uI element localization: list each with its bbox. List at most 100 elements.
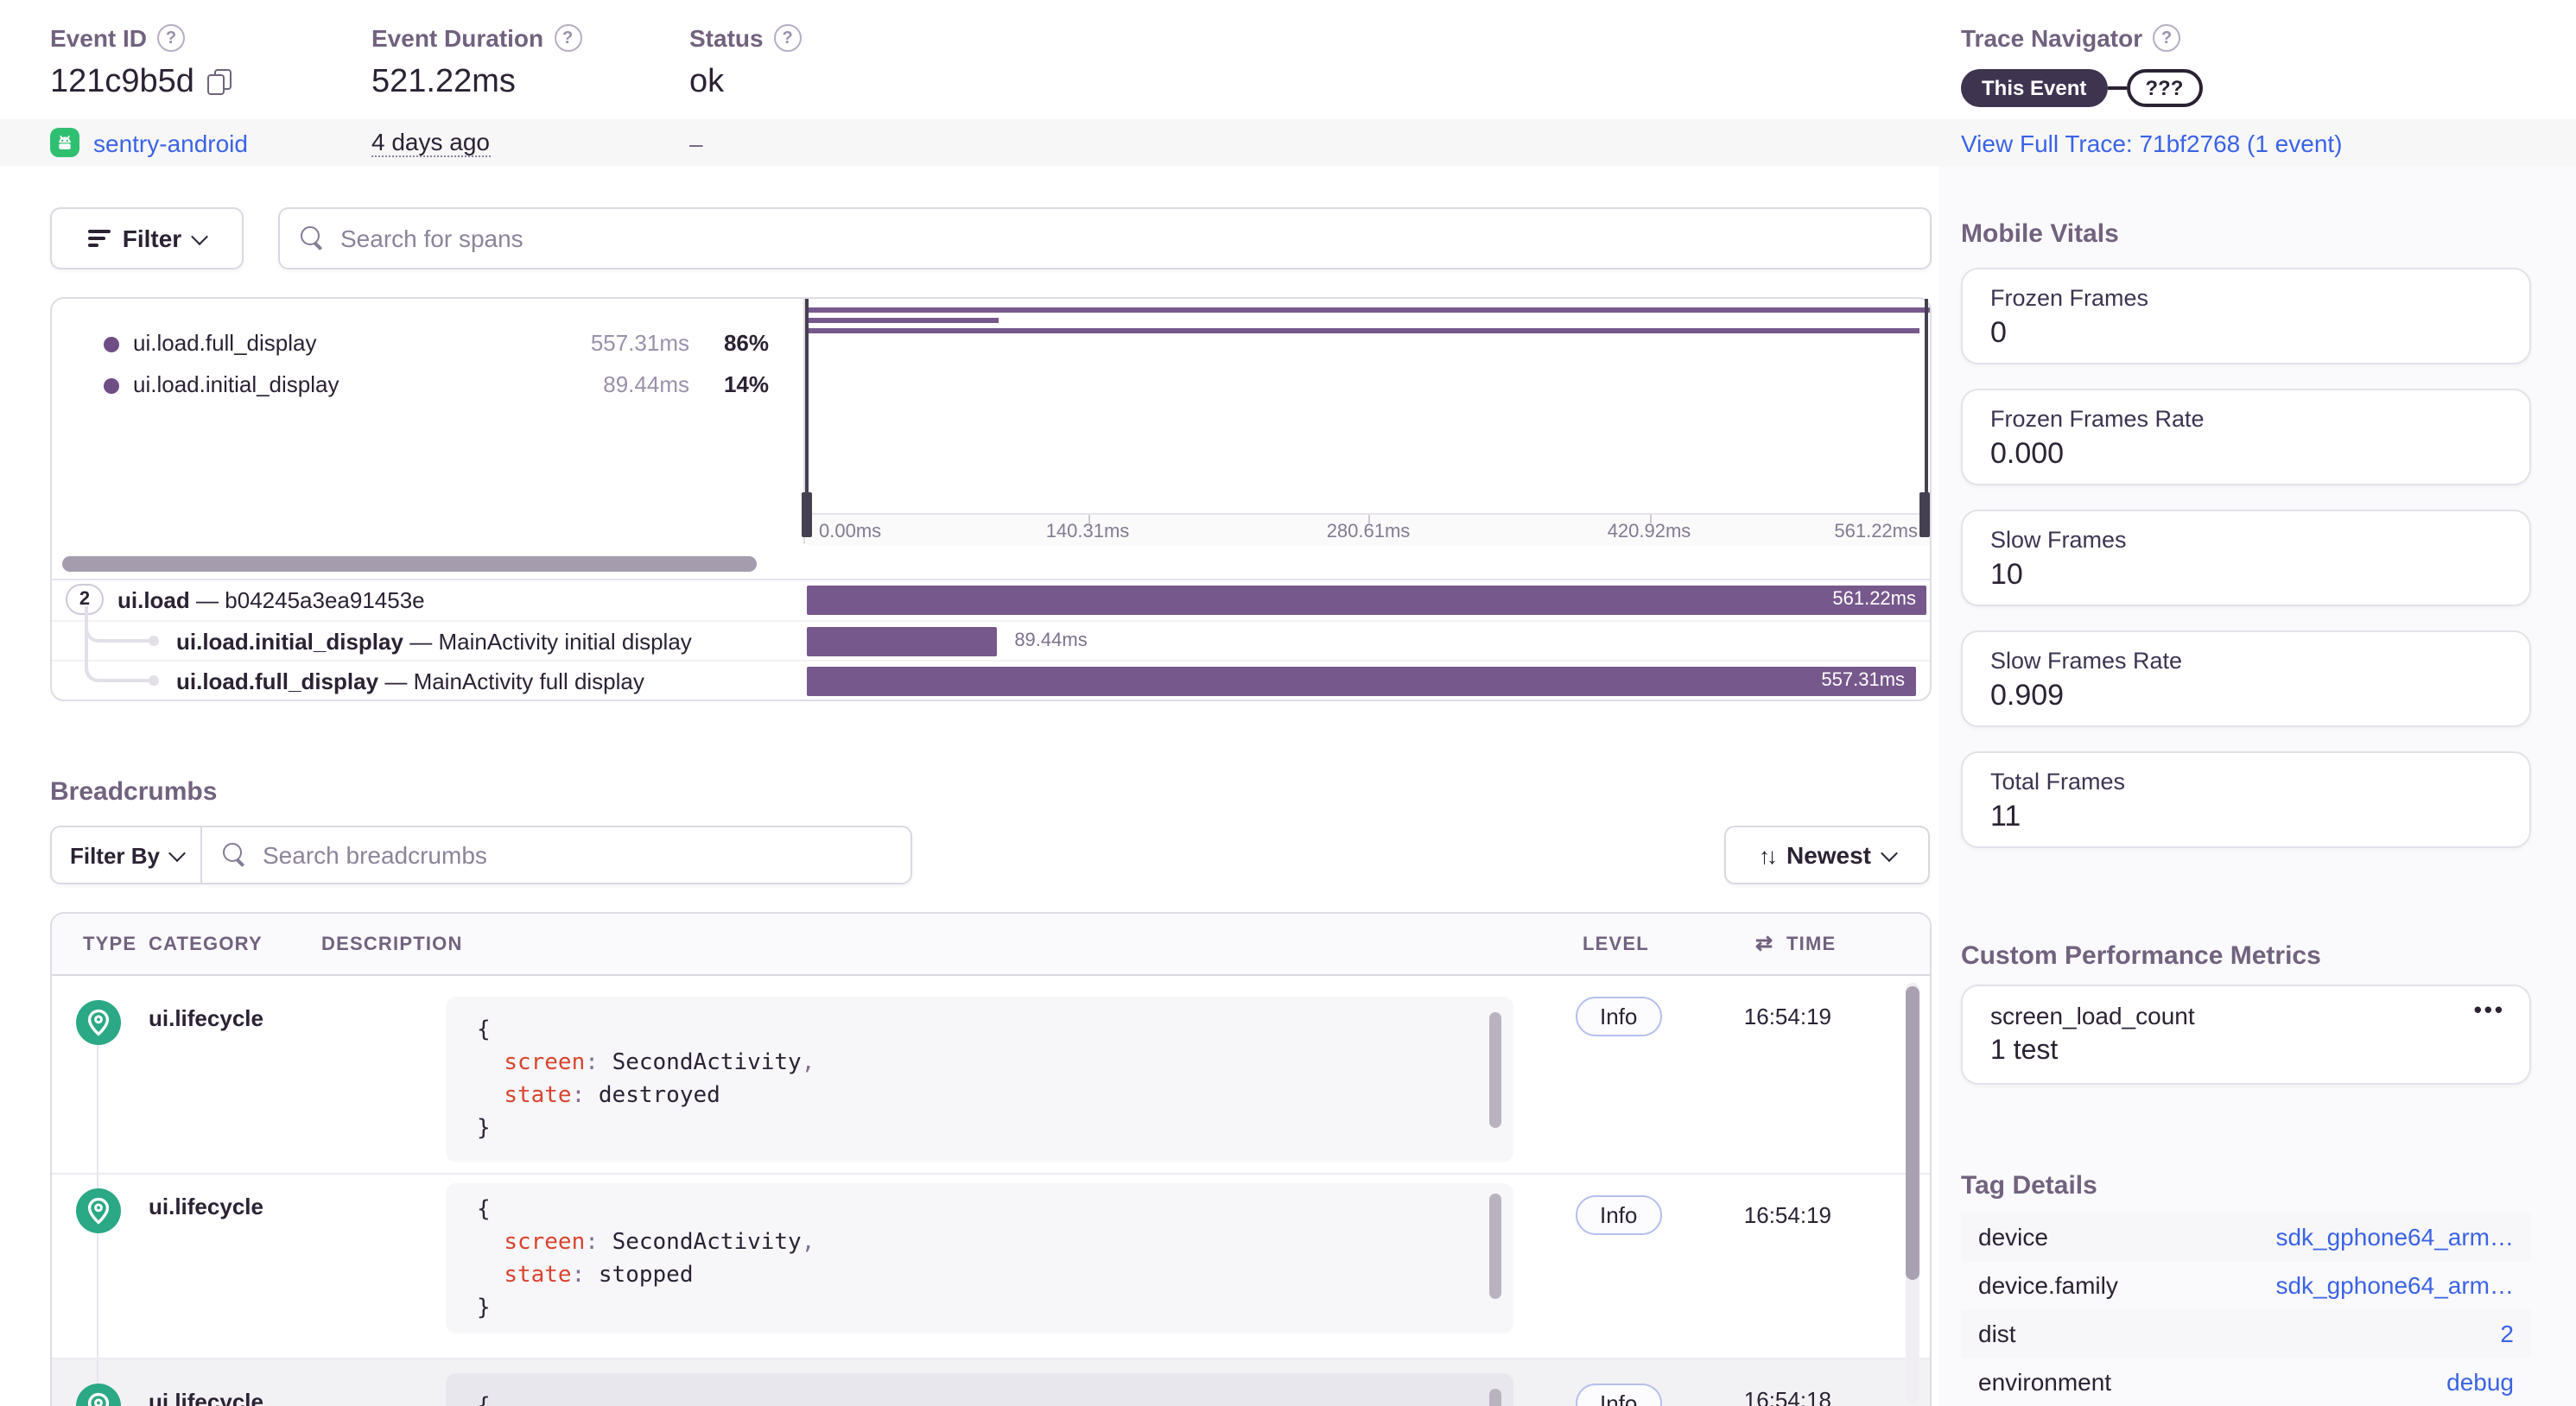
sort-label: Newest: [1786, 841, 1872, 869]
minimap-bar: [807, 307, 1930, 313]
vital-value: 0.000: [1990, 437, 2065, 470]
breadcrumb-code[interactable]: { screen: SecondActivity, state: stopped…: [446, 1183, 1513, 1333]
stat-event-id: Event ID? 121c9b5d: [50, 24, 232, 102]
code-scrollbar-thumb[interactable]: [1489, 1389, 1501, 1406]
vital-label: Slow Frames Rate: [1990, 648, 2183, 674]
span-bar[interactable]: 561.22ms: [807, 586, 1926, 615]
tag-row-device: device sdk_gphone64_arm…: [1961, 1213, 2531, 1261]
axis-tick-label: 280.61ms: [1326, 522, 1411, 542]
legend-duration: 89.44ms: [603, 371, 689, 397]
code-scrollbar-thumb[interactable]: [1489, 1194, 1501, 1299]
event-age-cell: 4 days ago: [371, 119, 490, 166]
code-scrollbar-thumb[interactable]: [1489, 1012, 1501, 1129]
span-hscrollbar-thumb[interactable]: [62, 556, 757, 572]
axis-tick-label: 0.00ms: [819, 522, 882, 542]
view-full-trace-link[interactable]: View Full Trace: 71bf2768 (1 event): [1961, 129, 2343, 156]
vital-card-frozen-frames: Frozen Frames 0: [1961, 268, 2531, 364]
legend-item[interactable]: ui.load.full_display 557.31ms 86%: [52, 328, 803, 359]
vital-card-frozen-frames-rate: Frozen Frames Rate 0.000: [1961, 389, 2531, 485]
chevron-down-icon: [1881, 844, 1898, 862]
vital-card-slow-frames: Slow Frames 10: [1961, 510, 2531, 606]
search-icon: [223, 843, 247, 867]
minimap-right-handle[interactable]: [1925, 299, 1928, 513]
span-search: [278, 207, 1932, 269]
metric-name: screen_load_count: [1990, 1002, 2195, 1029]
status-value: ok: [689, 64, 725, 100]
spans-filter-button[interactable]: Filter: [50, 207, 244, 269]
stat-event-duration: Event Duration? 521.22ms: [371, 24, 582, 102]
span-search-input[interactable]: [340, 225, 1930, 252]
breadcrumbs-table: TYPE CATEGORY DESCRIPTION LEVEL ⇄ TIME u…: [50, 912, 1932, 1406]
event-age[interactable]: 4 days ago: [371, 128, 490, 157]
help-icon[interactable]: ?: [773, 24, 802, 52]
mobile-vitals-title: Mobile Vitals: [1961, 219, 2119, 249]
breadcrumb-row[interactable]: ui.lifecycle { screen: SecondActivity, s…: [52, 1173, 1930, 1358]
breadcrumbs-title: Breadcrumbs: [50, 777, 218, 807]
chevron-down-icon: [191, 227, 209, 245]
axis-tick-label: 561.22ms: [1834, 522, 1918, 542]
tag-value-link[interactable]: debug: [2446, 1368, 2514, 1396]
status-empty: –: [689, 129, 703, 156]
breadcrumb-code[interactable]: {: [446, 1373, 1513, 1406]
col-time[interactable]: TIME: [1786, 934, 1836, 955]
minimap-left-handle[interactable]: [805, 299, 809, 513]
tag-row-device-family: device.family sdk_gphone64_arm…: [1961, 1261, 2531, 1309]
tag-value-link[interactable]: 2: [2500, 1320, 2514, 1347]
status-empty-cell: –: [689, 119, 703, 166]
legend-item[interactable]: ui.load.initial_display 89.44ms 14%: [52, 370, 803, 401]
trace-navigator-label: Trace Navigator?: [1961, 24, 2181, 52]
vital-value: 0.909: [1990, 679, 2065, 712]
this-event-pill[interactable]: This Event: [1961, 69, 2108, 107]
event-duration-value: 521.22ms: [371, 64, 516, 100]
minimap-bar: [807, 318, 998, 323]
span-row-initial-display[interactable]: ui.load.initial_display — MainActivity i…: [52, 608, 1930, 660]
search-icon: [301, 226, 325, 250]
breadcrumbs-filterbar: Filter By: [50, 826, 912, 884]
span-row-full-display[interactable]: ui.load.full_display — MainActivity full…: [52, 606, 1930, 700]
tag-value-link[interactable]: sdk_gphone64_arm…: [2275, 1271, 2514, 1299]
level-badge: Info: [1576, 997, 1662, 1036]
col-description: DESCRIPTION: [321, 934, 463, 955]
col-category: CATEGORY: [149, 934, 263, 955]
vital-label: Frozen Frames Rate: [1990, 406, 2205, 432]
breadcrumb-code[interactable]: { screen: SecondActivity, state: destroy…: [446, 997, 1513, 1162]
event-duration-label: Event Duration: [371, 24, 544, 52]
time-sort-icon[interactable]: ⇄: [1755, 931, 1773, 955]
breadcrumbs-filter-by-button[interactable]: Filter By: [52, 827, 202, 883]
ellipsis-menu-icon[interactable]: •••: [2474, 997, 2505, 1023]
span-tree: 2 ui.load — b04245a3ea91453e 561.22ms ui…: [52, 580, 1930, 700]
span-bar[interactable]: [807, 627, 998, 656]
tag-key: device: [1978, 1223, 2048, 1251]
tag-value-link[interactable]: sdk_gphone64_arm…: [2275, 1223, 2514, 1251]
span-row-ui-load[interactable]: 2 ui.load — b04245a3ea91453e 561.22ms: [52, 580, 1930, 620]
event-details-page: Event ID? 121c9b5d Event Duration? 521.2…: [0, 0, 2576, 1406]
minimap-left-handle-grip[interactable]: [802, 492, 812, 537]
span-minimap[interactable]: [807, 299, 1930, 513]
next-event-pill[interactable]: ???: [2126, 69, 2203, 107]
filter-icon: [87, 230, 111, 247]
span-bar[interactable]: 557.31ms: [807, 667, 1916, 696]
breadcrumb-time: 16:54:19: [1743, 1202, 1831, 1228]
metric-value: 1 test: [1990, 1036, 2059, 1066]
help-icon[interactable]: ?: [157, 24, 186, 52]
breadcrumb-category: ui.lifecycle: [149, 1194, 263, 1219]
breadcrumbs-sort-button[interactable]: ↑↓ Newest: [1724, 826, 1930, 884]
table-scrollbar-thumb[interactable]: [1906, 986, 1919, 1280]
legend-percent: 14%: [723, 371, 769, 397]
span-label: ui.load.full_display — MainActivity full…: [176, 668, 644, 694]
vital-card-slow-frames-rate: Slow Frames Rate 0.909: [1961, 630, 2531, 727]
breadcrumb-row[interactable]: ui.lifecycle { Info 16:54:18: [52, 1358, 1930, 1406]
breadcrumb-category: ui.lifecycle: [149, 1005, 263, 1031]
help-icon[interactable]: ?: [2153, 24, 2181, 52]
help-icon[interactable]: ?: [554, 24, 582, 52]
event-id-value: 121c9b5d: [50, 64, 194, 100]
sort-arrows-icon: ↑↓: [1758, 842, 1778, 868]
copy-icon[interactable]: [207, 69, 232, 97]
tag-key: environment: [1978, 1368, 2112, 1396]
legend-op: ui.load.full_display: [133, 330, 317, 356]
project-link[interactable]: sentry-android: [93, 129, 248, 156]
breadcrumb-row[interactable]: ui.lifecycle { screen: SecondActivity, s…: [52, 976, 1930, 1173]
breadcrumbs-search-input[interactable]: [263, 841, 910, 869]
minimap-right-handle-grip[interactable]: [1919, 492, 1930, 537]
vital-value: 11: [1990, 800, 2021, 833]
